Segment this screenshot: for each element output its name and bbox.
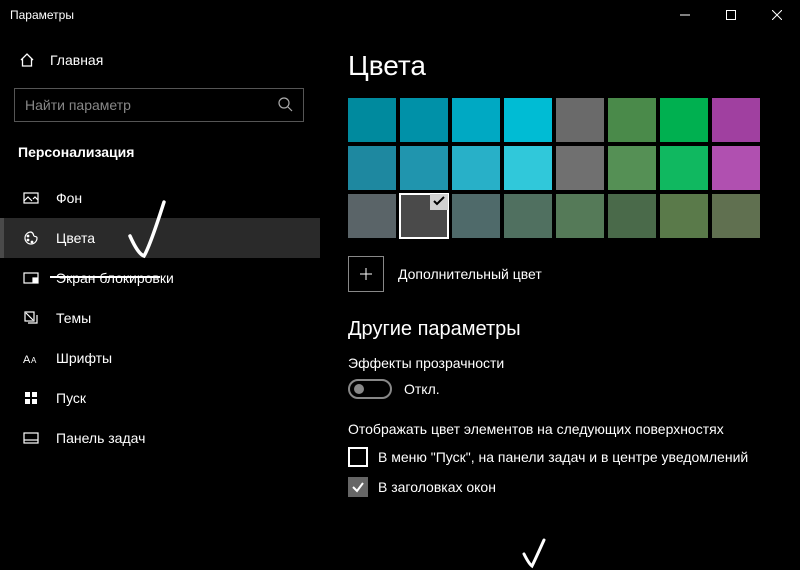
search-placeholder: Найти параметр [25,97,131,113]
checkbox-start-label: В меню "Пуск", на панели задач и в центр… [378,449,748,465]
settings-window: Параметры Главная [0,0,800,570]
color-swatch[interactable] [452,146,500,190]
themes-icon [22,310,40,326]
color-swatch[interactable] [504,146,552,190]
page-title: Цвета [348,50,776,82]
transparency-value: Откл. [404,381,440,397]
color-swatch[interactable] [556,146,604,190]
color-swatch[interactable] [608,146,656,190]
sidebar-item-label: Темы [56,310,91,326]
color-swatch[interactable] [348,194,396,238]
minimize-button[interactable] [662,0,708,30]
sidebar-item-label: Экран блокировки [56,270,174,286]
home-label: Главная [50,52,103,68]
sidebar-item-label: Фон [56,190,82,206]
color-swatch[interactable] [712,194,760,238]
home-icon [18,52,36,68]
sidebar-item-label: Шрифты [56,350,112,366]
color-swatch[interactable] [660,146,708,190]
color-swatch[interactable] [608,194,656,238]
maximize-button[interactable] [708,0,754,30]
palette-icon [22,230,40,246]
transparency-label: Эффекты прозрачности [348,355,776,371]
color-swatch[interactable] [452,194,500,238]
checkbox-start-taskbar[interactable] [348,447,368,467]
checkbox-titlebars[interactable] [348,477,368,497]
color-swatch[interactable] [712,98,760,142]
svg-text:A: A [23,354,31,365]
color-swatch[interactable] [348,146,396,190]
window-title: Параметры [10,8,74,22]
lockscreen-icon [22,270,40,286]
titlebar: Параметры [0,0,800,30]
sidebar: Главная Найти параметр Персонализация [0,30,320,570]
sidebar-item-label: Пуск [56,390,86,406]
sidebar-item-themes[interactable]: Темы [0,298,320,338]
start-icon [22,390,40,406]
transparency-toggle[interactable] [348,379,392,399]
home-link[interactable]: Главная [0,40,320,80]
color-swatch[interactable] [400,146,448,190]
window-controls [662,0,800,30]
color-swatch[interactable] [400,98,448,142]
search-input[interactable]: Найти параметр [14,88,304,122]
add-custom-color-button[interactable] [348,256,384,292]
sidebar-item-background[interactable]: Фон [0,178,320,218]
color-swatch[interactable] [452,98,500,142]
color-swatch[interactable] [608,98,656,142]
section-title: Персонализация [0,138,320,178]
sidebar-item-start[interactable]: Пуск [0,378,320,418]
sidebar-item-fonts[interactable]: AA Шрифты [0,338,320,378]
sidebar-item-lockscreen[interactable]: Экран блокировки [0,258,320,298]
sidebar-item-label: Цвета [56,230,95,246]
close-button[interactable] [754,0,800,30]
color-swatch[interactable] [660,98,708,142]
color-swatch[interactable] [348,98,396,142]
custom-color-label: Дополнительный цвет [398,266,542,282]
color-swatch[interactable] [712,146,760,190]
color-swatch[interactable] [556,194,604,238]
sidebar-item-taskbar[interactable]: Панель задач [0,418,320,458]
surfaces-label: Отображать цвет элементов на следующих п… [348,421,776,437]
color-swatch[interactable] [400,194,448,238]
fonts-icon: AA [22,351,40,365]
other-params-heading: Другие параметры [348,318,776,341]
color-swatch[interactable] [660,194,708,238]
color-swatch[interactable] [556,98,604,142]
taskbar-icon [22,430,40,446]
search-icon [277,96,293,115]
sidebar-item-colors[interactable]: Цвета [0,218,320,258]
content-area: Цвета Дополнительный цвет Другие парамет… [320,30,800,570]
picture-icon [22,190,40,206]
sidebar-item-label: Панель задач [56,430,145,446]
color-palette [348,98,776,238]
color-swatch[interactable] [504,194,552,238]
color-swatch[interactable] [504,98,552,142]
svg-text:A: A [31,356,37,365]
checkbox-titlebars-label: В заголовках окон [378,479,496,495]
